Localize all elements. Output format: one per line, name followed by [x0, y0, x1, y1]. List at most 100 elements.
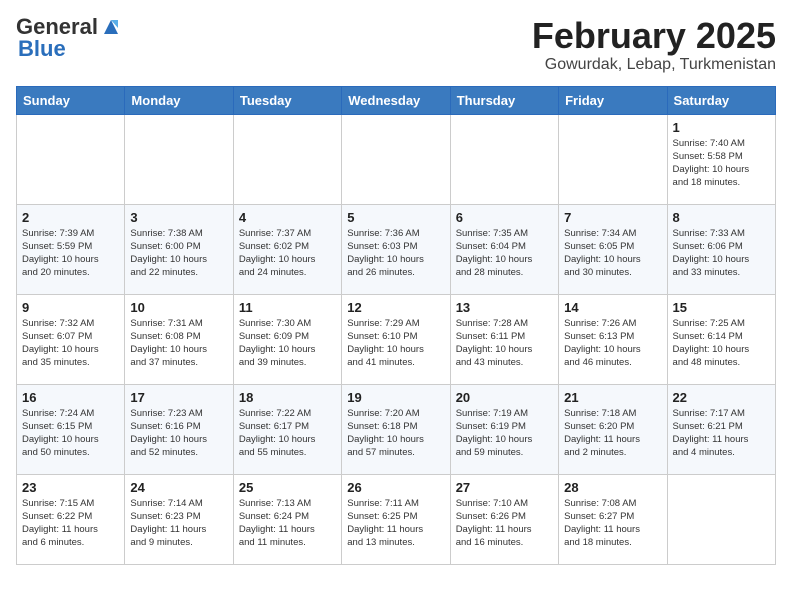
week-row: 2 Sunrise: 7:39 AM Sunset: 5:59 PM Daylig…: [17, 204, 776, 294]
calendar-cell: [125, 114, 233, 204]
calendar-cell: 27 Sunrise: 7:10 AM Sunset: 6:26 PM Dayli…: [450, 474, 558, 564]
calendar-table: SundayMondayTuesdayWednesdayThursdayFrid…: [16, 86, 776, 565]
day-number: 25: [239, 480, 336, 495]
calendar-cell: 19 Sunrise: 7:20 AM Sunset: 6:18 PM Dayli…: [342, 384, 450, 474]
day-number: 5: [347, 210, 444, 225]
calendar-cell: 9 Sunrise: 7:32 AM Sunset: 6:07 PM Daylig…: [17, 294, 125, 384]
header-day-tuesday: Tuesday: [233, 86, 341, 114]
day-number: 1: [673, 120, 770, 135]
day-info: Sunrise: 7:11 AM Sunset: 6:25 PM Dayligh…: [347, 497, 444, 550]
calendar-cell: [667, 474, 775, 564]
calendar-cell: 13 Sunrise: 7:28 AM Sunset: 6:11 PM Dayli…: [450, 294, 558, 384]
calendar-cell: 18 Sunrise: 7:22 AM Sunset: 6:17 PM Dayli…: [233, 384, 341, 474]
day-number: 7: [564, 210, 661, 225]
day-info: Sunrise: 7:18 AM Sunset: 6:20 PM Dayligh…: [564, 407, 661, 460]
calendar-cell: 4 Sunrise: 7:37 AM Sunset: 6:02 PM Daylig…: [233, 204, 341, 294]
day-number: 2: [22, 210, 119, 225]
calendar-cell: 2 Sunrise: 7:39 AM Sunset: 5:59 PM Daylig…: [17, 204, 125, 294]
calendar-title: February 2025: [532, 16, 776, 56]
calendar-cell: 28 Sunrise: 7:08 AM Sunset: 6:27 PM Dayli…: [559, 474, 667, 564]
day-info: Sunrise: 7:30 AM Sunset: 6:09 PM Dayligh…: [239, 317, 336, 370]
day-info: Sunrise: 7:37 AM Sunset: 6:02 PM Dayligh…: [239, 227, 336, 280]
day-info: Sunrise: 7:10 AM Sunset: 6:26 PM Dayligh…: [456, 497, 553, 550]
day-info: Sunrise: 7:28 AM Sunset: 6:11 PM Dayligh…: [456, 317, 553, 370]
day-number: 11: [239, 300, 336, 315]
calendar-cell: 21 Sunrise: 7:18 AM Sunset: 6:20 PM Dayli…: [559, 384, 667, 474]
day-number: 17: [130, 390, 227, 405]
day-info: Sunrise: 7:36 AM Sunset: 6:03 PM Dayligh…: [347, 227, 444, 280]
calendar-cell: 7 Sunrise: 7:34 AM Sunset: 6:05 PM Daylig…: [559, 204, 667, 294]
day-number: 15: [673, 300, 770, 315]
day-info: Sunrise: 7:38 AM Sunset: 6:00 PM Dayligh…: [130, 227, 227, 280]
day-number: 26: [347, 480, 444, 495]
day-number: 4: [239, 210, 336, 225]
day-number: 6: [456, 210, 553, 225]
day-info: Sunrise: 7:31 AM Sunset: 6:08 PM Dayligh…: [130, 317, 227, 370]
day-number: 10: [130, 300, 227, 315]
calendar-body: 1Sunrise: 7:40 AM Sunset: 5:58 PM Daylig…: [17, 114, 776, 564]
day-number: 20: [456, 390, 553, 405]
day-info: Sunrise: 7:19 AM Sunset: 6:19 PM Dayligh…: [456, 407, 553, 460]
day-number: 9: [22, 300, 119, 315]
day-number: 22: [673, 390, 770, 405]
calendar-cell: 26 Sunrise: 7:11 AM Sunset: 6:25 PM Dayli…: [342, 474, 450, 564]
calendar-cell: [233, 114, 341, 204]
calendar-cell: 10 Sunrise: 7:31 AM Sunset: 6:08 PM Dayli…: [125, 294, 233, 384]
day-number: 18: [239, 390, 336, 405]
calendar-cell: 3 Sunrise: 7:38 AM Sunset: 6:00 PM Daylig…: [125, 204, 233, 294]
day-number: 21: [564, 390, 661, 405]
day-info: Sunrise: 7:35 AM Sunset: 6:04 PM Dayligh…: [456, 227, 553, 280]
calendar-cell: [17, 114, 125, 204]
calendar-cell: 8Sunrise: 7:33 AM Sunset: 6:06 PM Daylig…: [667, 204, 775, 294]
calendar-cell: 16Sunrise: 7:24 AM Sunset: 6:15 PM Dayli…: [17, 384, 125, 474]
day-number: 23: [22, 480, 119, 495]
logo-general-text: General: [16, 16, 98, 38]
logo: General Blue: [16, 16, 122, 60]
day-number: 27: [456, 480, 553, 495]
week-row: 1Sunrise: 7:40 AM Sunset: 5:58 PM Daylig…: [17, 114, 776, 204]
header-day-monday: Monday: [125, 86, 233, 114]
day-info: Sunrise: 7:20 AM Sunset: 6:18 PM Dayligh…: [347, 407, 444, 460]
day-number: 13: [456, 300, 553, 315]
calendar-cell: 1Sunrise: 7:40 AM Sunset: 5:58 PM Daylig…: [667, 114, 775, 204]
day-number: 3: [130, 210, 227, 225]
calendar-cell: [450, 114, 558, 204]
day-info: Sunrise: 7:08 AM Sunset: 6:27 PM Dayligh…: [564, 497, 661, 550]
day-number: 28: [564, 480, 661, 495]
day-info: Sunrise: 7:15 AM Sunset: 6:22 PM Dayligh…: [22, 497, 119, 550]
day-info: Sunrise: 7:32 AM Sunset: 6:07 PM Dayligh…: [22, 317, 119, 370]
header-day-saturday: Saturday: [667, 86, 775, 114]
header-day-wednesday: Wednesday: [342, 86, 450, 114]
calendar-subtitle: Gowurdak, Lebap, Turkmenistan: [532, 56, 776, 74]
calendar-cell: 12Sunrise: 7:29 AM Sunset: 6:10 PM Dayli…: [342, 294, 450, 384]
day-info: Sunrise: 7:24 AM Sunset: 6:15 PM Dayligh…: [22, 407, 119, 460]
calendar-cell: 24 Sunrise: 7:14 AM Sunset: 6:23 PM Dayli…: [125, 474, 233, 564]
day-info: Sunrise: 7:34 AM Sunset: 6:05 PM Dayligh…: [564, 227, 661, 280]
header-day-friday: Friday: [559, 86, 667, 114]
logo-icon: [100, 16, 122, 38]
calendar-cell: 17 Sunrise: 7:23 AM Sunset: 6:16 PM Dayli…: [125, 384, 233, 474]
week-row: 23 Sunrise: 7:15 AM Sunset: 6:22 PM Dayli…: [17, 474, 776, 564]
calendar-cell: [342, 114, 450, 204]
calendar-cell: 5 Sunrise: 7:36 AM Sunset: 6:03 PM Daylig…: [342, 204, 450, 294]
calendar-cell: 14 Sunrise: 7:26 AM Sunset: 6:13 PM Dayli…: [559, 294, 667, 384]
day-info: Sunrise: 7:33 AM Sunset: 6:06 PM Dayligh…: [673, 227, 770, 280]
calendar-cell: 25 Sunrise: 7:13 AM Sunset: 6:24 PM Dayli…: [233, 474, 341, 564]
day-info: Sunrise: 7:14 AM Sunset: 6:23 PM Dayligh…: [130, 497, 227, 550]
day-number: 12: [347, 300, 444, 315]
day-info: Sunrise: 7:23 AM Sunset: 6:16 PM Dayligh…: [130, 407, 227, 460]
day-number: 24: [130, 480, 227, 495]
week-row: 9 Sunrise: 7:32 AM Sunset: 6:07 PM Daylig…: [17, 294, 776, 384]
calendar-cell: 23 Sunrise: 7:15 AM Sunset: 6:22 PM Dayli…: [17, 474, 125, 564]
calendar-header: SundayMondayTuesdayWednesdayThursdayFrid…: [17, 86, 776, 114]
week-row: 16Sunrise: 7:24 AM Sunset: 6:15 PM Dayli…: [17, 384, 776, 474]
day-number: 19: [347, 390, 444, 405]
day-info: Sunrise: 7:26 AM Sunset: 6:13 PM Dayligh…: [564, 317, 661, 370]
day-info: Sunrise: 7:39 AM Sunset: 5:59 PM Dayligh…: [22, 227, 119, 280]
calendar-cell: [559, 114, 667, 204]
day-info: Sunrise: 7:22 AM Sunset: 6:17 PM Dayligh…: [239, 407, 336, 460]
calendar-cell: 6 Sunrise: 7:35 AM Sunset: 6:04 PM Daylig…: [450, 204, 558, 294]
day-number: 14: [564, 300, 661, 315]
calendar-cell: 22Sunrise: 7:17 AM Sunset: 6:21 PM Dayli…: [667, 384, 775, 474]
day-info: Sunrise: 7:13 AM Sunset: 6:24 PM Dayligh…: [239, 497, 336, 550]
